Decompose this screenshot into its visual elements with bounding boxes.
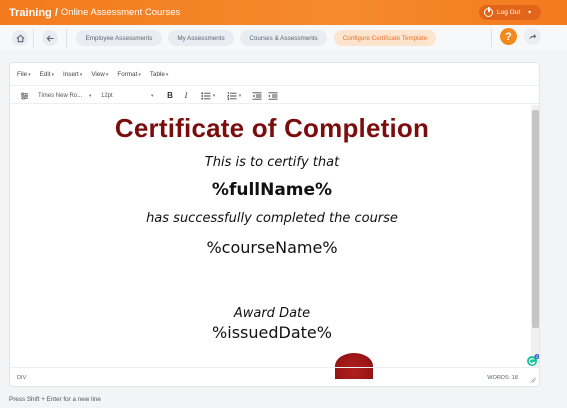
issued-date-placeholder: %issuedDate%	[212, 323, 332, 342]
home-icon	[16, 34, 24, 42]
certificate-title: Certificate of Completion	[114, 113, 430, 143]
share-button[interactable]	[524, 28, 541, 45]
bold-icon: B	[167, 91, 173, 100]
chevron-down-icon: ▾	[151, 92, 154, 99]
nav-row: Employee Assessments My Assessments Cour…	[0, 25, 567, 50]
tab-configure-certificate-template[interactable]: Configure Certificate Template	[334, 30, 436, 46]
chevron-down-icon: ▾	[238, 92, 242, 99]
arrow-left-icon	[46, 34, 54, 42]
menu-edit[interactable]: Edit▾	[40, 71, 54, 78]
element-path[interactable]: DIV	[17, 375, 26, 381]
numbered-list-button[interactable]: ▾	[226, 90, 242, 101]
award-date-label: Award Date	[233, 306, 311, 321]
certify-line: This is to certify that	[204, 155, 340, 170]
divider	[491, 29, 492, 47]
grammarly-icon: 2	[527, 353, 539, 366]
font-family-value: Times New Ro...	[38, 92, 83, 99]
menu-format[interactable]: Format▾	[117, 71, 140, 78]
bold-button[interactable]: B	[165, 90, 175, 101]
font-size-select[interactable]: 12pt ▾	[101, 89, 157, 102]
menu-insert[interactable]: Insert▾	[63, 71, 82, 78]
bullet-list-icon	[201, 91, 211, 100]
editor-toolbar: Times New Ro... ▾ 12pt ▾ B I ▾ ▾	[10, 85, 539, 104]
home-button[interactable]	[12, 30, 28, 46]
word-count: WORDS: 18	[487, 374, 518, 381]
sliders-icon	[20, 91, 28, 100]
toolbar-toggle-button[interactable]	[19, 90, 29, 101]
editor-hint: Press Shift + Enter for a new line	[9, 396, 101, 403]
editor-statusbar: DIV WORDS: 18	[10, 367, 539, 386]
share-icon	[529, 33, 537, 40]
back-button[interactable]	[42, 30, 58, 46]
divider	[33, 29, 34, 47]
chevron-down-icon: ▾	[89, 92, 92, 99]
tab-employee-assessments[interactable]: Employee Assessments	[76, 30, 162, 46]
numbered-list-icon	[226, 91, 237, 100]
grammarly-widget[interactable]: 2	[526, 353, 539, 367]
breadcrumb-page: Online Assessment Courses	[60, 7, 181, 18]
top-bar: Training / Online Assessment Courses Log…	[0, 0, 567, 25]
font-family-select[interactable]: Times New Ro... ▾	[38, 89, 94, 102]
power-icon	[484, 7, 493, 17]
resize-handle-icon[interactable]	[530, 377, 536, 383]
divider	[66, 29, 67, 47]
bullet-list-button[interactable]: ▾	[200, 90, 216, 101]
rich-text-editor: File▾ Edit▾ Insert▾ View▾ Format▾ Table▾…	[9, 62, 540, 387]
italic-button[interactable]: I	[181, 90, 191, 101]
indent-button[interactable]	[268, 90, 278, 101]
chevron-down-icon: ▾	[212, 92, 216, 99]
course-name-placeholder: %courseName%	[206, 238, 338, 257]
breadcrumb-section[interactable]: Training /	[9, 7, 58, 19]
outdent-icon	[252, 91, 262, 100]
tab-my-assessments[interactable]: My Assessments	[168, 30, 234, 46]
menu-file[interactable]: File▾	[17, 71, 31, 78]
completed-line: has successfully completed the course	[146, 211, 398, 226]
logout-label: Log Out	[497, 9, 521, 16]
editor-menubar: File▾ Edit▾ Insert▾ View▾ Format▾ Table▾	[10, 63, 539, 85]
full-name-placeholder: %fullName%	[211, 180, 333, 200]
outdent-button[interactable]	[252, 90, 262, 101]
menu-table[interactable]: Table▾	[150, 71, 169, 78]
editor-scrollbar-thumb[interactable]	[532, 110, 539, 328]
logout-button[interactable]: Log Out ▾	[479, 5, 541, 20]
chevron-down-icon: ▾	[528, 10, 532, 16]
menu-view[interactable]: View▾	[91, 71, 108, 78]
indent-icon	[268, 91, 278, 100]
tab-courses-assessments[interactable]: Courses & Assessments	[240, 30, 327, 46]
help-button[interactable]: ?	[500, 28, 517, 45]
editor-content-area[interactable]: Certificate of Completion This is to cer…	[10, 105, 534, 379]
italic-icon: I	[184, 91, 188, 100]
font-size-value: 12pt	[101, 92, 113, 99]
